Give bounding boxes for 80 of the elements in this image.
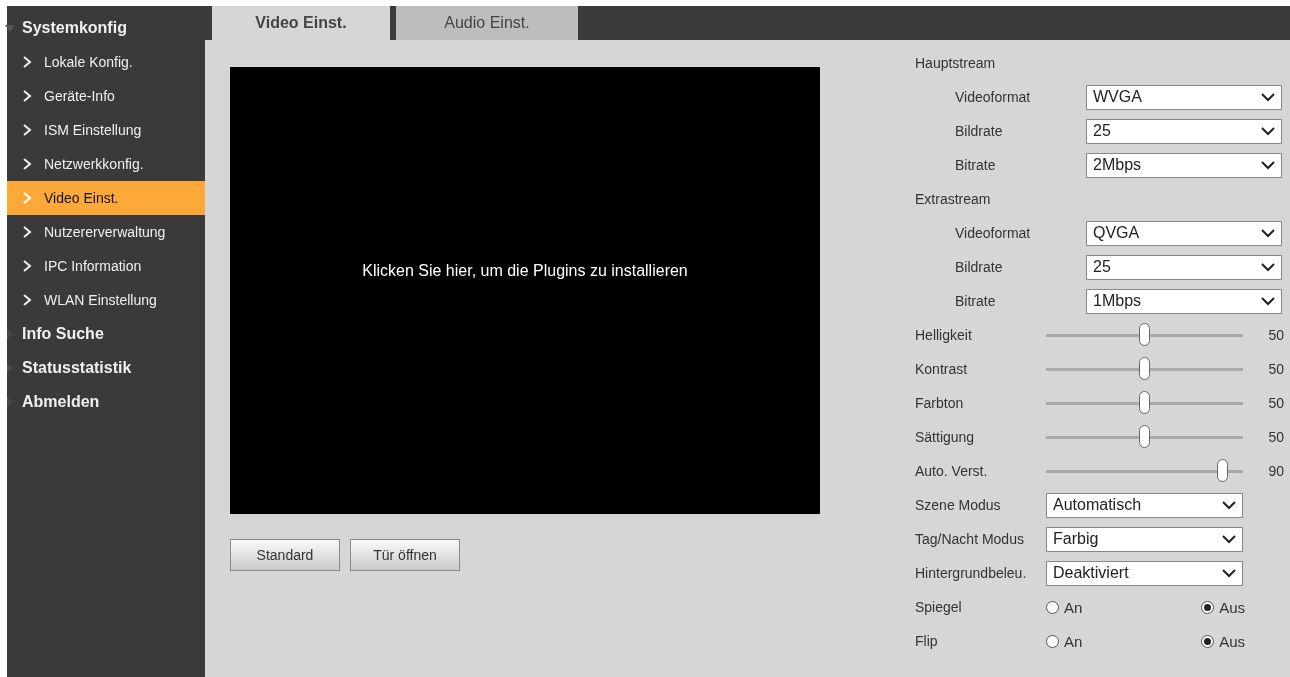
- sidebar-item[interactable]: Netzwerkkonfig.: [7, 147, 205, 181]
- slider-label: Farbton: [915, 395, 965, 411]
- field-label: Bitrate: [955, 157, 997, 173]
- chevron-right-icon: [23, 90, 32, 102]
- radio-option[interactable]: Aus: [1201, 598, 1245, 616]
- caret-icon: [1261, 262, 1275, 272]
- sidebar-group[interactable]: Info Suche: [7, 317, 205, 351]
- caret-icon: [1222, 534, 1236, 544]
- chevron-right-icon: [23, 294, 32, 306]
- slider-label: Kontrast: [915, 361, 969, 377]
- sidebar-group[interactable]: Statusstatistik: [7, 351, 205, 385]
- radio-option[interactable]: Aus: [1201, 632, 1245, 650]
- slider-value: 50: [1267, 327, 1284, 343]
- dropdown[interactable]: WVGA: [1086, 84, 1282, 110]
- caret-icon: [1222, 568, 1236, 578]
- slider-thumb[interactable]: [1138, 356, 1150, 380]
- chevron-right-icon: [23, 260, 32, 272]
- video-preview[interactable]: Klicken Sie hier, um die Plugins zu installieren: [230, 67, 820, 514]
- sidebar-group[interactable]: Systemkonfig: [7, 11, 205, 45]
- sidebar-item[interactable]: ISM Einstellung: [7, 113, 205, 147]
- slider-thumb[interactable]: [1138, 322, 1150, 346]
- slider-label: Sättigung: [915, 429, 976, 445]
- field-label: Videoformat: [955, 89, 1032, 105]
- field-label: Tag/Nacht Modus: [915, 531, 1025, 547]
- caret-icon: [1261, 228, 1275, 238]
- caret-right-icon: [5, 397, 15, 407]
- caret-right-icon: [5, 363, 15, 373]
- sidebar-group[interactable]: Abmelden: [7, 385, 205, 419]
- field-label: Szene Modus: [915, 497, 1002, 513]
- chevron-right-icon: [23, 158, 32, 170]
- field-label: Bildrate: [955, 259, 1004, 275]
- slider-value: 50: [1267, 361, 1284, 377]
- slider-thumb[interactable]: [1138, 424, 1150, 448]
- plugin-message: Klicken Sie hier, um die Plugins zu installieren: [362, 261, 688, 280]
- sidebar-item[interactable]: Nutzererverwaltung: [7, 215, 205, 249]
- action-button[interactable]: Tür öffnen: [350, 539, 460, 571]
- dropdown[interactable]: 2Mbps: [1086, 152, 1282, 178]
- radio-option[interactable]: An: [1046, 632, 1083, 650]
- caret-icon: [1261, 92, 1275, 102]
- chevron-right-icon: [23, 226, 32, 238]
- slider-value: 90: [1267, 463, 1284, 479]
- slider-label: Helligkeit: [915, 327, 973, 343]
- radio-option[interactable]: An: [1046, 598, 1083, 616]
- field-label: Hintergrundbeleu.: [915, 565, 1028, 581]
- caret-icon: [1222, 500, 1236, 510]
- sidebar-item[interactable]: Video Einst.: [7, 181, 205, 215]
- slider-value: 50: [1267, 429, 1284, 445]
- field-label: Flip: [915, 633, 939, 649]
- slider-thumb[interactable]: [1217, 458, 1229, 482]
- slider-value: 50: [1267, 395, 1284, 411]
- field-label: Videoformat: [955, 225, 1032, 241]
- caret-icon: [1261, 126, 1275, 136]
- dropdown[interactable]: 25: [1086, 254, 1282, 280]
- sidebar-item[interactable]: WLAN Einstellung: [7, 283, 205, 317]
- dropdown[interactable]: Farbig: [1046, 526, 1243, 552]
- caret-right-icon: [5, 329, 15, 339]
- section-title: Extrastream: [915, 191, 992, 207]
- dropdown[interactable]: QVGA: [1086, 220, 1282, 246]
- caret-icon: [1261, 296, 1275, 306]
- tab[interactable]: Video Einst.: [212, 6, 390, 40]
- sidebar-item[interactable]: Geräte-Info: [7, 79, 205, 113]
- field-label: Bildrate: [955, 123, 1004, 139]
- caret-down-icon: [5, 23, 15, 33]
- action-button[interactable]: Standard: [230, 539, 340, 571]
- field-label: Spiegel: [915, 599, 963, 615]
- chevron-right-icon: [23, 56, 32, 68]
- sidebar-item[interactable]: IPC Information: [7, 249, 205, 283]
- sidebar-item[interactable]: Lokale Konfig.: [7, 45, 205, 79]
- caret-icon: [1261, 160, 1275, 170]
- slider-thumb[interactable]: [1138, 390, 1150, 414]
- field-label: Bitrate: [955, 293, 997, 309]
- tab[interactable]: Audio Einst.: [396, 6, 578, 40]
- section-title: Hauptstream: [915, 55, 997, 71]
- dropdown[interactable]: 1Mbps: [1086, 288, 1282, 314]
- dropdown[interactable]: Automatisch: [1046, 492, 1243, 518]
- dropdown[interactable]: 25: [1086, 118, 1282, 144]
- chevron-right-icon: [23, 124, 32, 136]
- slider-label: Auto. Verst.: [915, 463, 989, 479]
- chevron-right-icon: [23, 192, 32, 204]
- dropdown[interactable]: Deaktiviert: [1046, 560, 1243, 586]
